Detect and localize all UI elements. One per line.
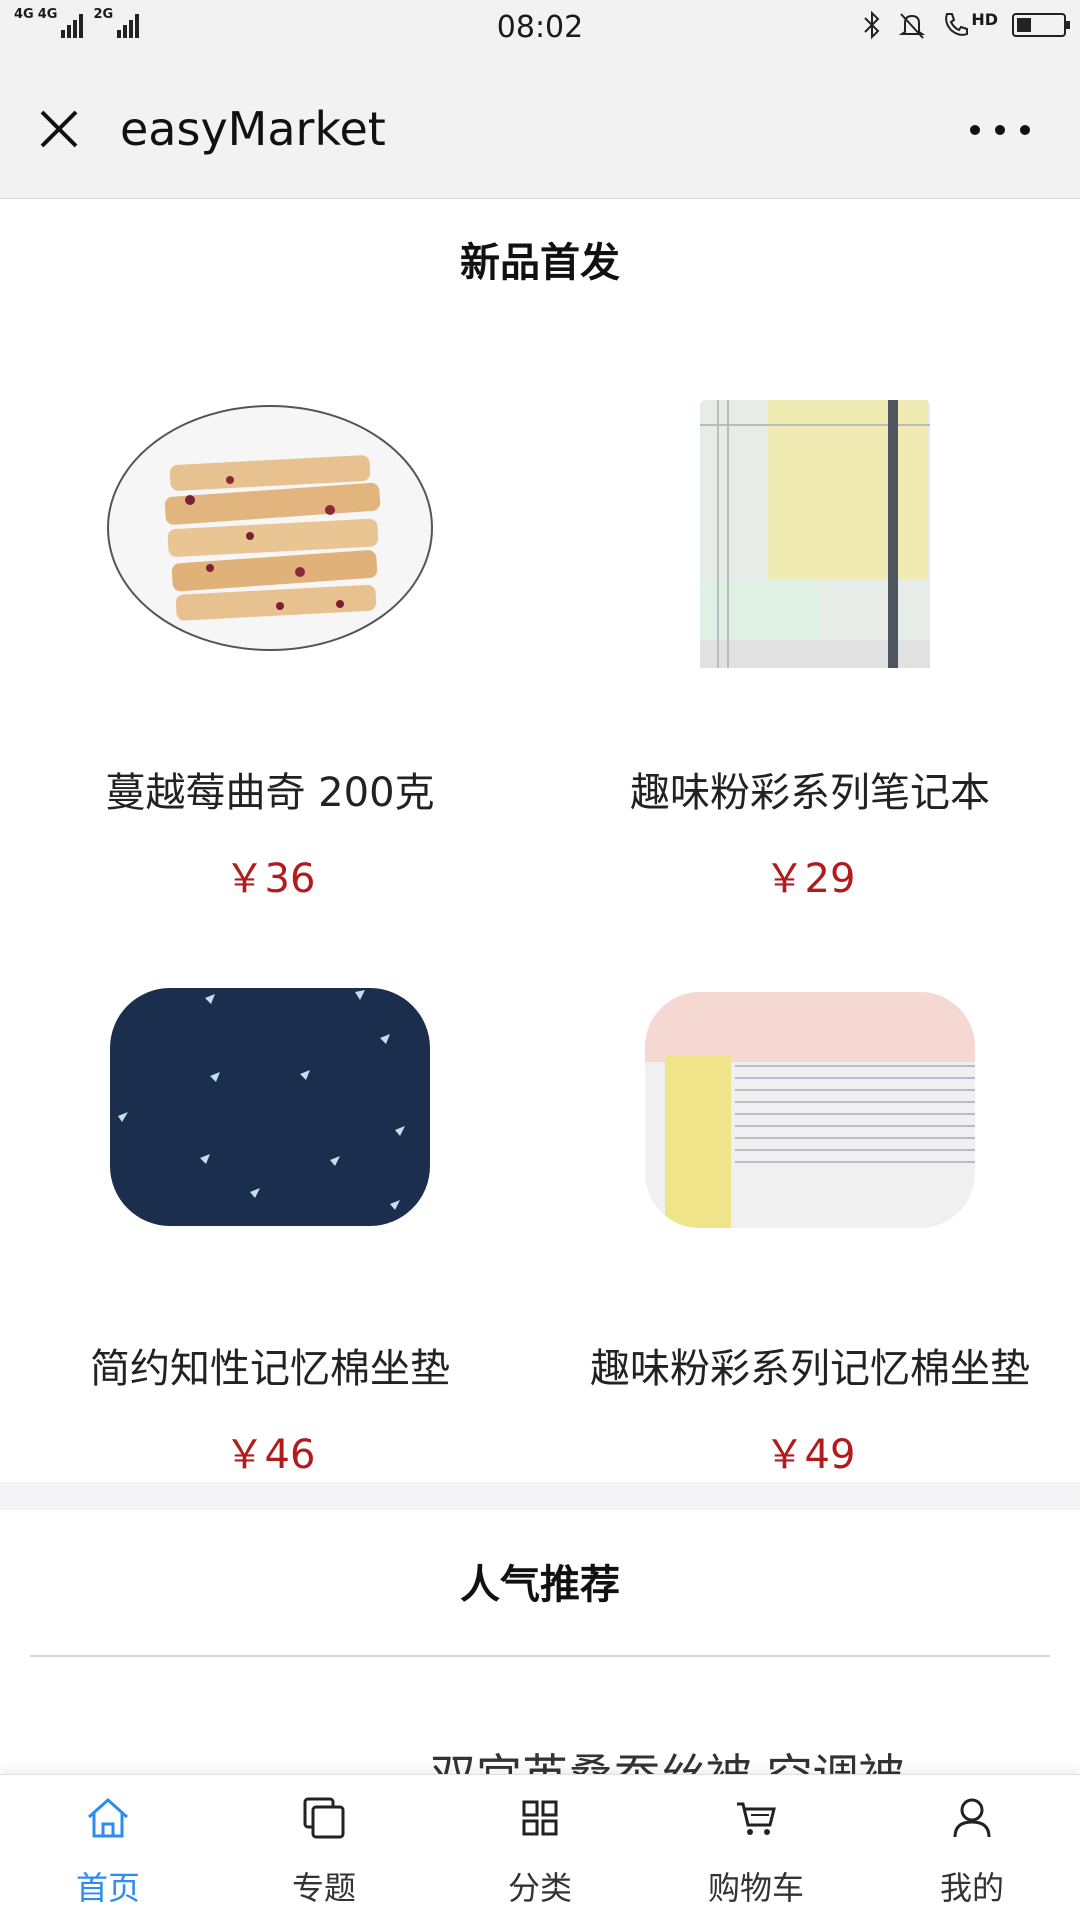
tab-label: 我的 bbox=[939, 1869, 1004, 1907]
tab-topic[interactable]: 专题 bbox=[216, 1775, 432, 1921]
tab-label: 首页 bbox=[75, 1869, 140, 1907]
product-image-pastel-cushion[interactable] bbox=[540, 936, 1080, 1336]
hd-call-icon: HD bbox=[941, 10, 998, 40]
product-name: 趣味粉彩系列笔记本 bbox=[630, 770, 990, 816]
product-price: ￥36 bbox=[224, 856, 316, 902]
product-image-navy-cushion[interactable] bbox=[0, 936, 540, 1336]
product-card[interactable]: 趣味粉彩系列笔记本 ￥29 bbox=[540, 360, 1080, 920]
product-card[interactable]: 趣味粉彩系列记忆棉坐垫 ￥49 bbox=[540, 936, 1080, 1496]
product-image-notebook[interactable] bbox=[540, 360, 1080, 760]
product-card[interactable]: 简约知性记忆棉坐垫 ￥46 bbox=[0, 936, 540, 1496]
product-name: 简约知性记忆棉坐垫 bbox=[90, 1346, 450, 1392]
tab-cart[interactable]: 购物车 bbox=[648, 1775, 864, 1921]
close-icon[interactable] bbox=[30, 100, 88, 158]
category-grid-icon bbox=[522, 1800, 558, 1836]
battery-icon bbox=[1012, 13, 1070, 37]
tab-label: 购物车 bbox=[707, 1869, 804, 1907]
section-title-popular: 人气推荐 bbox=[460, 1562, 620, 1608]
tab-label: 分类 bbox=[507, 1869, 572, 1907]
app-header: easyMarket bbox=[0, 58, 1080, 199]
status-icons: HD bbox=[861, 10, 1070, 40]
tab-home[interactable]: 首页 bbox=[0, 1775, 216, 1921]
section-title-new-products: 新品首发 bbox=[460, 240, 620, 286]
bluetooth-icon bbox=[864, 10, 880, 40]
mute-bell-icon bbox=[899, 13, 926, 39]
cart-icon bbox=[737, 1802, 776, 1835]
product-name: 蔓越莓曲奇 200克 bbox=[105, 770, 435, 816]
product-card[interactable]: 蔓越莓曲奇 200克 ￥36 bbox=[0, 360, 540, 920]
tab-category[interactable]: 分类 bbox=[432, 1775, 648, 1921]
bottom-tab-bar: 首页 专题 分类 购物车 我的 bbox=[0, 1774, 1080, 1921]
section-separator bbox=[0, 1482, 1080, 1510]
product-price: ￥29 bbox=[764, 856, 856, 902]
tab-me[interactable]: 我的 bbox=[864, 1775, 1080, 1921]
app-title: easyMarket bbox=[120, 102, 386, 156]
product-price: ￥46 bbox=[224, 1432, 316, 1478]
hd-label: HD bbox=[971, 10, 998, 29]
home-icon bbox=[87, 1797, 129, 1838]
user-icon bbox=[953, 1798, 991, 1838]
product-price: ￥49 bbox=[764, 1432, 856, 1478]
topic-icon bbox=[303, 1797, 345, 1839]
product-image-cookie[interactable] bbox=[0, 360, 540, 760]
status-bar: 4G 4G 2G 08:02 HD bbox=[0, 0, 1080, 58]
product-name: 趣味粉彩系列记忆棉坐垫 bbox=[590, 1346, 1030, 1392]
divider bbox=[30, 1655, 1050, 1657]
tab-label: 专题 bbox=[291, 1869, 356, 1907]
more-horizontal-icon[interactable] bbox=[970, 110, 1030, 150]
